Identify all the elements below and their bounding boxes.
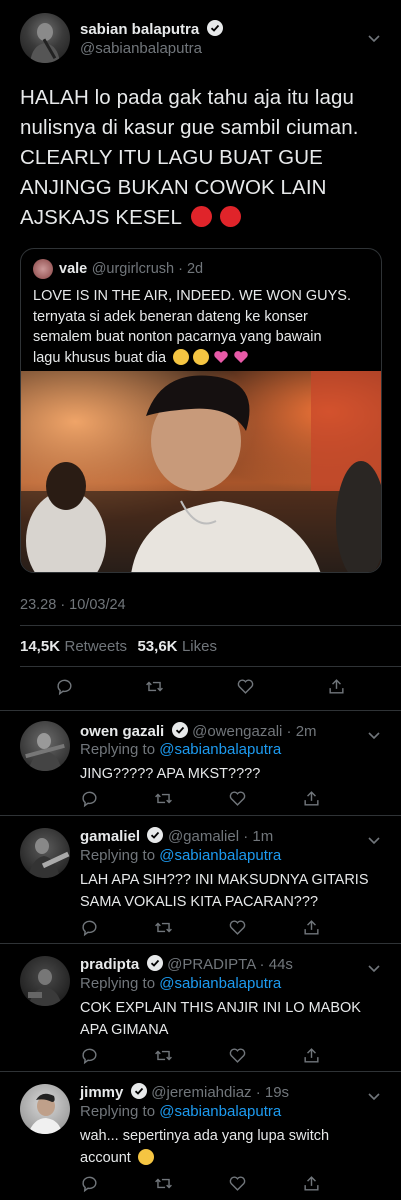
replying-to: Replying to @sabianbalaputra (80, 975, 282, 992)
retweet-icon[interactable] (154, 918, 173, 937)
main-author: sabian balaputra (80, 20, 223, 39)
chevron-down-icon[interactable] (368, 962, 380, 976)
pink-heart-emoji-icon (233, 349, 249, 365)
reply-avatar[interactable] (20, 956, 70, 1006)
quote-text: LOVE IS IN THE AIR, INDEED. WE WON GUYS.… (33, 286, 378, 368)
tweet-text-line: AJSKAJS KESEL (20, 203, 390, 233)
reply-tweet[interactable]: pradipta @PRADIPTA · 44s Replying to @sa… (0, 944, 401, 1071)
replying-to: Replying to @sabianbalaputra (80, 847, 282, 864)
retweet-icon[interactable] (145, 677, 164, 696)
reply-icon[interactable] (80, 1174, 99, 1193)
quote-text-line: lagu khusus buat dia (33, 348, 378, 369)
tweet-timestamp[interactable]: 23.28 · 10/03/24 (20, 597, 126, 613)
reply-author: jimmy @jeremiahdiaz · 19s (80, 1083, 289, 1102)
replying-to-link[interactable]: @sabianbalaputra (159, 1103, 281, 1120)
pink-heart-emoji-icon (213, 349, 229, 365)
chevron-down-icon[interactable] (368, 729, 380, 743)
reply-tweet[interactable]: gamaliel @gamaliel · 1m Replying to @sab… (0, 816, 401, 943)
main-avatar[interactable] (20, 13, 70, 63)
retweets-count[interactable]: 14,5K (20, 638, 60, 655)
reply-author-handle[interactable]: @PRADIPTA · 44s (167, 956, 293, 973)
reply-tweet[interactable]: jimmy @jeremiahdiaz · 19s Replying to @s… (0, 1072, 401, 1200)
crying-face-emoji-icon (173, 348, 190, 365)
replying-to: Replying to @sabianbalaputra (80, 1103, 282, 1120)
reply-author-name[interactable]: gamaliel (80, 828, 140, 845)
tweet-text-line: HALAH lo pada gak tahu aja itu lagu (20, 86, 355, 109)
reply-author: owen gazali @owengazali · 2m (80, 722, 317, 741)
reply-author: pradipta @PRADIPTA · 44s (80, 955, 293, 974)
reply-text: LAH APA SIH??? INI MAKSUDNYA GITARIS SAM… (80, 872, 369, 910)
chevron-down-icon[interactable] (368, 834, 380, 848)
cursing-face-emoji-icon (191, 206, 212, 227)
replying-to-link[interactable]: @sabianbalaputra (159, 741, 281, 758)
reply-author-name[interactable]: owen gazali (80, 723, 164, 740)
share-icon[interactable] (302, 918, 321, 937)
divider (20, 625, 401, 626)
chevron-down-icon[interactable] (368, 1090, 380, 1104)
reply-tweet[interactable]: owen gazali @owengazali · 2m Replying to… (0, 711, 401, 816)
verified-badge-icon (130, 1083, 147, 1099)
tweet-stats: 14,5K Retweets 53,6K Likes (20, 638, 217, 656)
quote-text-line: ternyata si adek beneran dateng ke konse… (33, 308, 308, 325)
heart-icon[interactable] (228, 789, 247, 808)
likes-count[interactable]: 53,6K (137, 638, 177, 655)
quote-author-name: vale (59, 261, 88, 277)
reply-avatar[interactable] (20, 1084, 70, 1134)
tweet-text: HALAH lo pada gak tahu aja itu lagu nuli… (20, 83, 390, 233)
reply-text: COK EXPLAIN THIS ANJIR INI LO MABOK APA … (80, 1000, 361, 1038)
reply-icon[interactable] (55, 677, 74, 696)
reply-author-handle[interactable]: @gamaliel · 1m (168, 828, 273, 845)
replying-to-link[interactable]: @sabianbalaputra (159, 975, 281, 992)
quote-avatar (33, 259, 53, 279)
reply-author-name[interactable]: jimmy (80, 1084, 123, 1101)
divider (20, 666, 401, 667)
share-icon[interactable] (302, 789, 321, 808)
quote-text-line: LOVE IS IN THE AIR, INDEED. WE WON GUYS. (33, 288, 351, 304)
share-icon[interactable] (327, 677, 346, 696)
verified-badge-icon (206, 20, 223, 36)
reply-icon[interactable] (80, 918, 99, 937)
reply-author-handle[interactable]: @jeremiahdiaz · 19s (151, 1084, 289, 1101)
verified-badge-icon (147, 827, 164, 843)
retweet-icon[interactable] (154, 1174, 173, 1193)
share-icon[interactable] (302, 1046, 321, 1065)
main-author-name[interactable]: sabian balaputra (80, 21, 199, 38)
replying-to-link[interactable]: @sabianbalaputra (159, 847, 281, 864)
main-author-handle[interactable]: @sabianbalaputra (80, 40, 202, 57)
reply-author-name[interactable]: pradipta (80, 956, 139, 973)
quote-author-handle: @urgirlcrush · 2d (91, 261, 204, 277)
tweet-text-line: CLEARLY ITU LAGU BUAT GUE (20, 146, 323, 169)
verified-badge-icon (146, 955, 163, 971)
share-icon[interactable] (302, 1174, 321, 1193)
reply-icon[interactable] (80, 789, 99, 808)
retweets-label[interactable]: Retweets (64, 638, 127, 655)
reply-author: gamaliel @gamaliel · 1m (80, 827, 273, 846)
retweet-icon[interactable] (154, 789, 173, 808)
verified-badge-icon (171, 722, 188, 738)
reply-icon[interactable] (80, 1046, 99, 1065)
reply-text: JING????? APA MKST???? (80, 766, 261, 782)
quote-text-line: semalem buat nonton pacarnya yang bawain (33, 329, 322, 345)
reply-avatar[interactable] (20, 721, 70, 771)
crying-face-emoji-icon (193, 348, 210, 365)
heart-icon[interactable] (228, 1046, 247, 1065)
reply-avatar[interactable] (20, 828, 70, 878)
reply-text: wah... sepertinya ada yang lupa switch a… (80, 1128, 330, 1166)
quoted-tweet[interactable]: vale @urgirlcrush · 2d LOVE IS IN THE AI… (20, 248, 382, 573)
retweet-icon[interactable] (154, 1046, 173, 1065)
heart-icon[interactable] (236, 677, 255, 696)
quote-author: vale @urgirlcrush · 2d (59, 260, 203, 278)
replying-to: Replying to @sabianbalaputra (80, 741, 282, 758)
quote-photo[interactable] (21, 371, 381, 572)
grinning-face-emoji-icon (137, 1149, 154, 1165)
tweet-text-line: nulisnya di kasur gue sambil ciuman. (20, 116, 359, 139)
likes-label[interactable]: Likes (182, 638, 217, 655)
reply-author-handle[interactable]: @owengazali · 2m (192, 723, 316, 740)
heart-icon[interactable] (228, 918, 247, 937)
tweet-text-line: ANJINGG BUKAN COWOK LAIN (20, 176, 327, 199)
chevron-down-icon[interactable] (368, 32, 380, 46)
cursing-face-emoji-icon (219, 206, 241, 227)
heart-icon[interactable] (228, 1174, 247, 1193)
